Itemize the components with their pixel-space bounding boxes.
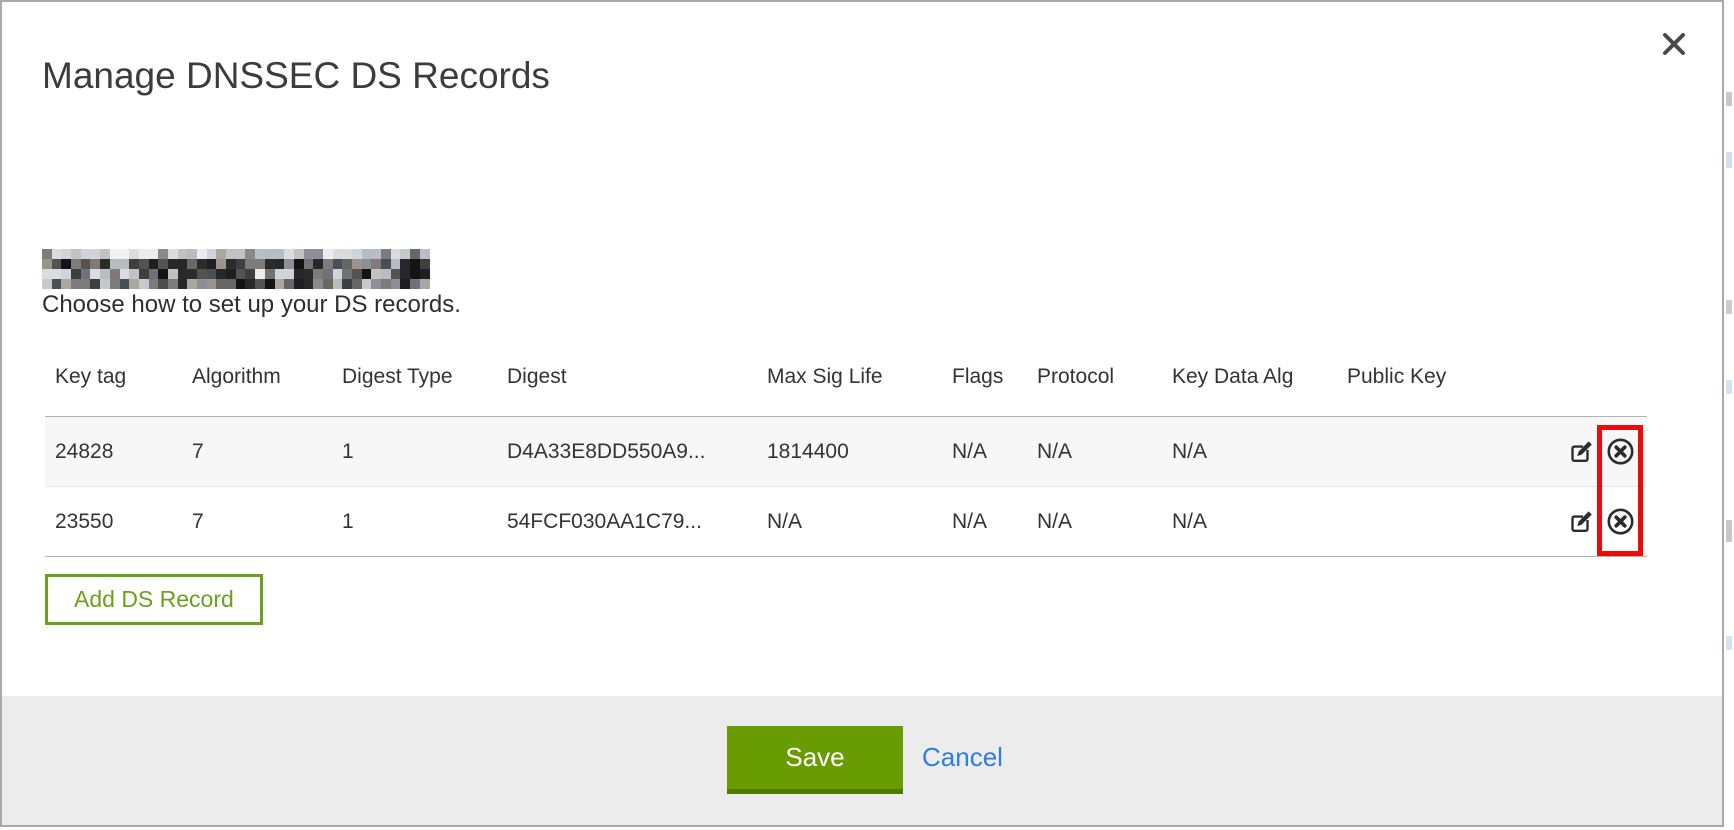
- edit-record-button[interactable]: [1568, 438, 1595, 465]
- cell-digest-type: 1: [332, 487, 497, 557]
- ds-records-table: Key tag Algorithm Digest Type Digest Max…: [45, 338, 1647, 557]
- column-header-algorithm: Algorithm: [182, 338, 332, 417]
- row-actions: [1547, 417, 1647, 487]
- column-header-key-tag: Key tag: [45, 338, 182, 417]
- cell-flags: N/A: [942, 417, 1027, 487]
- table-header-row: Key tag Algorithm Digest Type Digest Max…: [45, 338, 1647, 417]
- table-row: 24828 7 1 D4A33E8DD550A9... 1814400 N/A …: [45, 417, 1647, 487]
- instruction-text: Choose how to set up your DS records.: [42, 291, 461, 319]
- cell-key-tag: 24828: [45, 417, 182, 487]
- column-header-key-data-alg: Key Data Alg: [1162, 338, 1337, 417]
- delete-record-icon: [1606, 454, 1635, 469]
- manage-dnssec-ds-records-dialog: Manage DNSSEC DS Records Choose how to s…: [0, 0, 1724, 827]
- edit-record-icon: [1568, 453, 1595, 468]
- background-page-fragment: [1726, 636, 1732, 650]
- cell-digest: D4A33E8DD550A9...: [497, 417, 757, 487]
- edit-record-icon: [1568, 523, 1595, 538]
- add-ds-record-button[interactable]: Add DS Record: [45, 574, 263, 625]
- cell-key-tag: 23550: [45, 487, 182, 557]
- delete-record-button[interactable]: [1606, 437, 1635, 466]
- column-header-digest: Digest: [497, 338, 757, 417]
- column-header-actions: [1547, 338, 1647, 417]
- edit-record-button[interactable]: [1568, 508, 1595, 535]
- redacted-domain-name: [42, 249, 430, 289]
- cell-max-sig-life: 1814400: [757, 417, 942, 487]
- cell-public-key: [1337, 487, 1547, 557]
- column-header-flags: Flags: [942, 338, 1027, 417]
- dialog-title: Manage DNSSEC DS Records: [42, 55, 550, 97]
- close-button[interactable]: [1652, 22, 1696, 66]
- cell-flags: N/A: [942, 487, 1027, 557]
- column-header-protocol: Protocol: [1027, 338, 1162, 417]
- background-page-fragment: [1726, 520, 1732, 542]
- background-page-fragment: [1726, 152, 1732, 168]
- column-header-digest-type: Digest Type: [332, 338, 497, 417]
- cell-key-data-alg: N/A: [1162, 417, 1337, 487]
- cell-max-sig-life: N/A: [757, 487, 942, 557]
- column-header-max-sig-life: Max Sig Life: [757, 338, 942, 417]
- delete-record-button[interactable]: [1606, 507, 1635, 536]
- background-page-fragment: [1726, 380, 1732, 394]
- cell-protocol: N/A: [1027, 417, 1162, 487]
- cell-digest: 54FCF030AA1C79...: [497, 487, 757, 557]
- cell-key-data-alg: N/A: [1162, 487, 1337, 557]
- cell-algorithm: 7: [182, 417, 332, 487]
- row-actions: [1547, 487, 1647, 557]
- table-row: 23550 7 1 54FCF030AA1C79... N/A N/A N/A …: [45, 487, 1647, 557]
- close-icon: [1658, 28, 1690, 60]
- column-header-public-key: Public Key: [1337, 338, 1547, 417]
- dialog-footer: Save Cancel: [2, 696, 1722, 825]
- background-page-fragment: [1726, 300, 1732, 314]
- cell-algorithm: 7: [182, 487, 332, 557]
- cancel-link[interactable]: Cancel: [922, 742, 1003, 773]
- save-button[interactable]: Save: [727, 726, 903, 794]
- cell-protocol: N/A: [1027, 487, 1162, 557]
- cell-digest-type: 1: [332, 417, 497, 487]
- background-page-fragment: [1726, 92, 1732, 106]
- cell-public-key: [1337, 417, 1547, 487]
- delete-record-icon: [1606, 524, 1635, 539]
